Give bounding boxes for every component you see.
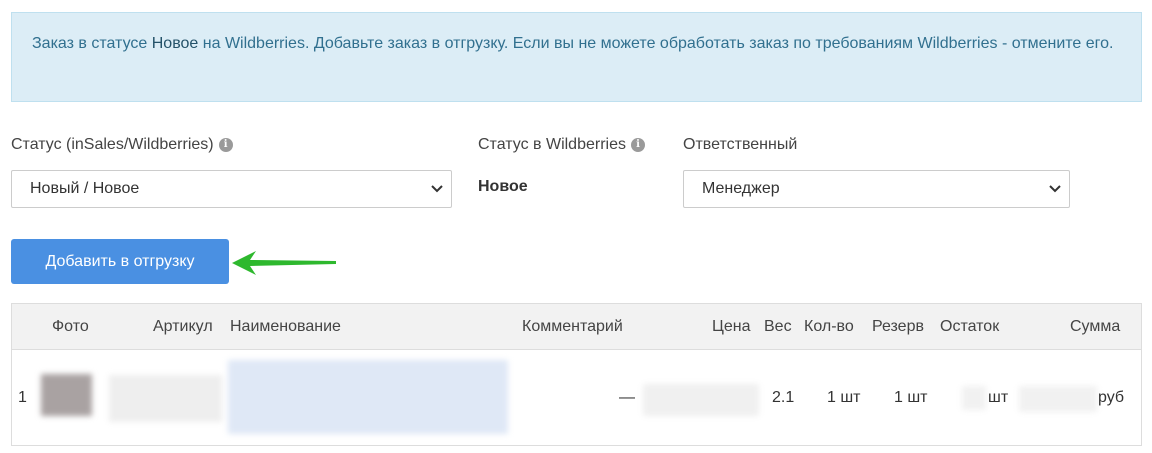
product-stock-blurred [962, 386, 986, 410]
table-header: Фото Артикул Наименование Комментарий Це… [12, 304, 1141, 350]
info-icon[interactable]: i [630, 138, 645, 152]
status-label: Статус (inSales/Wildberries) i [11, 136, 233, 154]
row-index: 1 [18, 389, 27, 406]
chevron-down-icon [431, 185, 443, 193]
chevron-down-icon [1049, 185, 1061, 193]
responsible-select[interactable]: Менеджер [683, 170, 1070, 208]
header-qty: Кол-во [804, 318, 854, 335]
product-article-blurred [109, 375, 222, 422]
product-name-blurred[interactable] [228, 360, 508, 434]
order-items-table: Фото Артикул Наименование Комментарий Це… [11, 303, 1142, 446]
row-comment: — [619, 389, 635, 406]
header-name: Наименование [230, 318, 341, 335]
alert-text-before: Заказ в статусе [32, 35, 152, 52]
add-to-shipment-button[interactable]: Добавить в отгрузку [11, 239, 229, 284]
row-sum-unit: руб [1098, 389, 1125, 406]
wb-status-value: Новое [478, 178, 528, 195]
alert-text-after: на Wildberries. Добавьте заказ в отгрузк… [198, 35, 1114, 52]
header-price: Цена [712, 318, 751, 335]
wb-status-label-text: Статус в Wildberries [478, 136, 626, 153]
responsible-label-text: Ответственный [683, 136, 798, 153]
status-select-value: Новый / Новое [30, 180, 140, 197]
product-sum-blurred [1019, 386, 1097, 412]
product-price-blurred [643, 384, 759, 416]
header-article: Артикул [153, 318, 213, 335]
header-reserve: Резерв [872, 318, 924, 335]
order-status-alert: Заказ в статусе Новое на Wildberries. До… [11, 12, 1142, 102]
row-weight: 2.1 [772, 389, 795, 406]
header-weight: Вес [764, 318, 792, 335]
row-stock-unit: шт [988, 389, 1009, 406]
header-stock: Остаток [940, 318, 1000, 335]
info-icon[interactable]: i [218, 138, 233, 152]
arrow-left-icon [232, 251, 336, 275]
wb-status-label: Статус в Wildberries i [478, 136, 645, 154]
row-reserve: 1 шт [894, 389, 928, 406]
status-select[interactable]: Новый / Новое [11, 170, 452, 208]
responsible-select-value: Менеджер [702, 180, 780, 197]
product-photo[interactable] [41, 374, 92, 416]
header-sum: Сумма [1070, 318, 1121, 335]
alert-status-word: Новое [151, 35, 199, 52]
header-comment: Комментарий [522, 318, 623, 335]
row-qty: 1 шт [827, 389, 861, 406]
responsible-label: Ответственный [683, 136, 797, 154]
header-photo: Фото [52, 318, 89, 335]
status-label-text: Статус (inSales/Wildberries) [11, 136, 214, 153]
